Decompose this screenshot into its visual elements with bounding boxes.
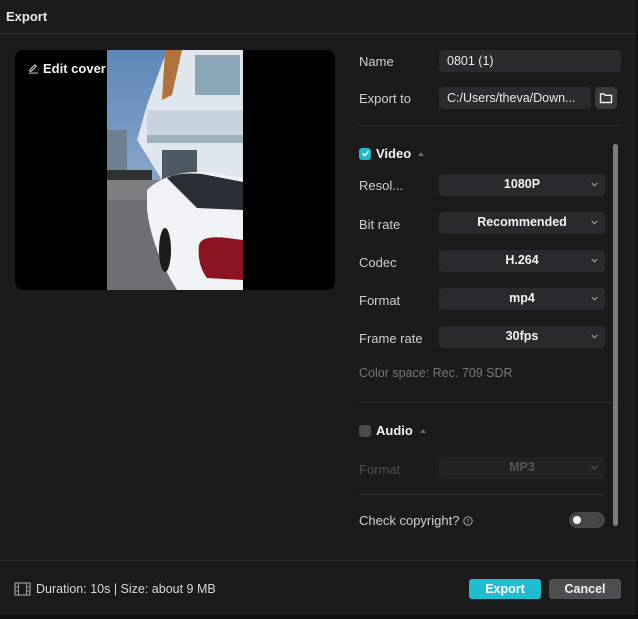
color-space-info: Color space: Rec. 709 SDR [359, 366, 513, 380]
chevron-down-icon [591, 220, 598, 225]
video-thumbnail [107, 50, 243, 290]
audio-section-label: Audio [376, 423, 413, 438]
name-label: Name [359, 54, 394, 69]
format-label: Format [359, 293, 401, 308]
export-to-label: Export to [359, 91, 412, 106]
codec-value: H.264 [505, 253, 539, 267]
browse-folder-button[interactable] [595, 87, 617, 109]
audio-section-header[interactable]: Audio [359, 423, 426, 438]
bitrate-select[interactable]: Recommended [439, 212, 605, 234]
toggle-knob [573, 516, 581, 524]
divider [359, 494, 605, 495]
dialog-title: Export [6, 9, 48, 24]
help-icon[interactable]: ? [463, 515, 474, 526]
chevron-down-icon [591, 465, 598, 470]
resolution-value: 1080P [503, 177, 541, 191]
frame-rate-select[interactable]: 30fps [439, 326, 605, 348]
name-input[interactable]: 0801 (1) [439, 50, 621, 72]
pencil-icon [28, 64, 39, 74]
codec-select[interactable]: H.264 [439, 250, 605, 272]
svg-text:?: ? [467, 517, 470, 525]
chevron-down-icon [591, 296, 598, 301]
chevron-down-icon [591, 258, 598, 263]
cover-preview[interactable]: Edit cover [15, 50, 335, 290]
duration-size-text: Duration: 10s | Size: about 9 MB [36, 582, 216, 596]
divider [357, 125, 621, 126]
thumbnail-image [107, 50, 243, 290]
title-bar: Export [0, 0, 638, 34]
audio-format-value: MP3 [509, 460, 535, 474]
film-icon [14, 582, 31, 596]
chevron-down-icon [591, 182, 598, 187]
check-copyright-row: Check copyright? ? [359, 513, 474, 528]
collapse-caret-icon[interactable] [418, 151, 425, 156]
resolution-select[interactable]: 1080P [439, 174, 605, 196]
audio-format-select[interactable]: MP3 [439, 457, 605, 479]
video-section-header[interactable]: Video [359, 146, 425, 161]
settings-scrollbar[interactable] [613, 144, 618, 526]
footer: Duration: 10s | Size: about 9 MB Export … [0, 560, 638, 616]
frame-rate-value: 30fps [505, 329, 539, 343]
video-section-label: Video [376, 146, 412, 161]
cancel-button[interactable]: Cancel [549, 579, 621, 599]
bitrate-label: Bit rate [359, 217, 401, 232]
folder-icon [599, 93, 613, 104]
export-button[interactable]: Export [469, 579, 541, 599]
window-edge [0, 615, 638, 619]
video-checkbox[interactable] [359, 147, 371, 160]
chevron-down-icon [591, 334, 598, 339]
collapse-caret-icon[interactable] [419, 428, 426, 433]
resolution-label: Resol... [359, 178, 404, 193]
edit-cover-button[interactable]: Edit cover [28, 61, 106, 76]
bitrate-value: Recommended [477, 215, 567, 229]
audio-checkbox[interactable] [359, 424, 371, 437]
checkmark-icon [361, 150, 369, 157]
export-summary: Duration: 10s | Size: about 9 MB [14, 582, 216, 596]
export-path-input[interactable]: C:/Users/theva/Down... [439, 87, 591, 109]
check-copyright-toggle[interactable] [569, 512, 605, 528]
audio-format-label: Format [359, 462, 401, 477]
format-select[interactable]: mp4 [439, 288, 605, 310]
check-copyright-label: Check copyright? [359, 513, 460, 528]
codec-label: Codec [359, 255, 397, 270]
format-value: mp4 [509, 291, 535, 305]
divider [359, 402, 621, 403]
frame-rate-label: Frame rate [359, 331, 423, 346]
edit-cover-label: Edit cover [43, 61, 106, 76]
